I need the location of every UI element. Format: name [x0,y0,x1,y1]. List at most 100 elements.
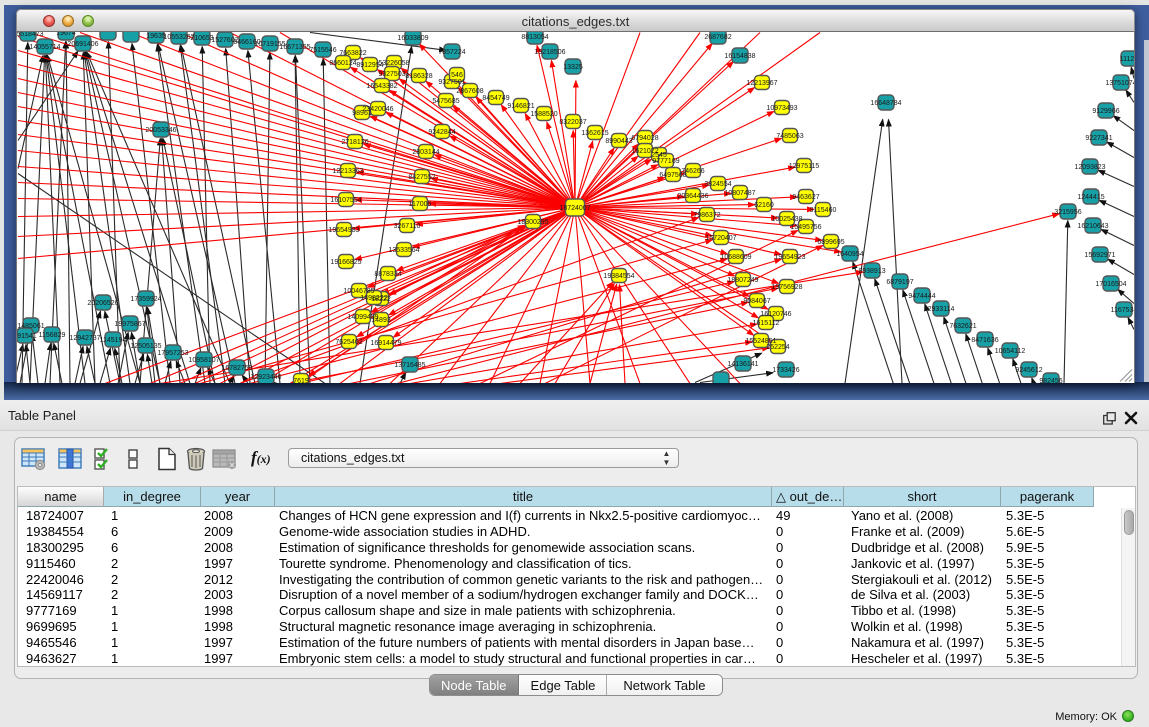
svg-text:16914479: 16914479 [370,340,401,347]
svg-text:746266: 746266 [681,168,704,175]
svg-text:10688609: 10688609 [720,254,751,261]
svg-text:12942737: 12942737 [69,335,100,342]
svg-text:62160: 62160 [754,202,774,209]
svg-text:8878334: 8878334 [374,271,401,278]
svg-text:8454749: 8454749 [482,95,509,102]
svg-text:17957253: 17957253 [157,350,188,357]
svg-text:15518473: 15518473 [17,32,44,38]
svg-text:7625402: 7625402 [335,339,362,346]
svg-text:16107554: 16107554 [330,197,361,204]
svg-text:8322037: 8322037 [559,119,586,126]
svg-text:9777169: 9777169 [652,158,679,165]
svg-text:8427552: 8427552 [408,174,435,181]
svg-text:1244415: 1244415 [1077,194,1104,201]
svg-text:1362615: 1362615 [581,130,608,137]
svg-text:982456: 982456 [1039,378,1062,383]
svg-text:8938913: 8938913 [858,268,885,275]
svg-text:6794028: 6794028 [631,135,658,142]
svg-text:9242844: 9242844 [428,129,455,136]
svg-text:2803144: 2803144 [412,149,439,156]
svg-text:10807487: 10807487 [724,190,755,197]
svg-text:9245612: 9245612 [1015,367,1042,374]
svg-text:1498222: 1498222 [360,295,387,302]
svg-text:16782759: 16782759 [221,365,252,372]
svg-text:6879197: 6879197 [886,279,913,286]
svg-text:1167534: 1167534 [1111,307,1134,314]
svg-text:16210643: 16210643 [1077,223,1108,230]
svg-text:12213967: 12213967 [746,80,777,87]
svg-text:6899695: 6899695 [817,239,844,246]
svg-text:12923446: 12923446 [250,374,281,381]
svg-text:9146821: 9146821 [507,103,534,110]
svg-text:1485061: 1485061 [17,323,44,330]
svg-text:19654923: 19654923 [774,254,805,261]
svg-text:15692971: 15692971 [1084,252,1115,259]
svg-text:210653: 210653 [190,35,213,42]
svg-text:12093823: 12093823 [1074,164,1105,171]
svg-text:7632621: 7632621 [949,323,976,330]
svg-text:53226058: 53226058 [378,60,409,67]
svg-text:8186328: 8186328 [405,73,432,80]
svg-text:13751074: 13751074 [1105,80,1134,87]
svg-text:8471636: 8471636 [971,337,998,344]
svg-text:16033809: 16033809 [397,35,428,42]
svg-text:10046785: 10046785 [343,288,374,295]
svg-text:2718126: 2718126 [341,139,368,146]
svg-text:13533564: 13533564 [388,247,419,254]
svg-text:10025438: 10025438 [771,216,802,223]
svg-text:14055714: 14055714 [29,44,60,51]
svg-text:20053346: 20053346 [145,127,176,134]
svg-text:12505135: 12505135 [130,343,161,350]
svg-text:19975867: 19975867 [114,321,145,328]
svg-text:11123: 11123 [1120,56,1134,63]
svg-text:7515546: 7515546 [309,47,336,54]
svg-text:19674: 19674 [56,32,76,37]
svg-text:18807249: 18807249 [727,277,758,284]
svg-text:16671355: 16671355 [279,44,310,51]
svg-text:16154838: 16154838 [724,53,755,60]
svg-text:14099459: 14099459 [347,314,378,321]
svg-text:12213363: 12213363 [332,168,363,175]
svg-text:19384554: 19384554 [603,273,634,280]
svg-text:3215956: 3215956 [1054,209,1081,216]
svg-text:9463627: 9463627 [792,194,819,201]
svg-text:7485063: 7485063 [776,133,803,140]
svg-text:1588520: 1588520 [530,111,557,118]
svg-text:1615112: 1615112 [753,320,780,327]
svg-text:16648784: 16648784 [870,100,901,107]
svg-text:1145194: 1145194 [100,337,127,344]
svg-text:3824554: 3824554 [704,181,731,188]
svg-text:117006: 117006 [409,201,432,208]
svg-text:7663822: 7663822 [339,50,366,57]
svg-text:18724007: 18724007 [559,205,590,212]
svg-text:9327503: 9327503 [378,71,405,78]
svg-text:10973493: 10973493 [766,105,797,112]
svg-text:5475685: 5475685 [432,98,459,105]
svg-text:8813054: 8813054 [521,34,548,41]
svg-text:8660124: 8660124 [329,60,356,67]
svg-text:13325: 13325 [563,64,583,71]
svg-text:14136141: 14136141 [727,361,758,368]
svg-text:98961: 98961 [352,110,372,117]
svg-text:9227341: 9227341 [1085,135,1112,142]
svg-text:19756928: 19756928 [771,284,802,291]
svg-text:1640954: 1640954 [836,251,863,258]
svg-text:9474444: 9474444 [908,293,935,300]
svg-text:17359924: 17359924 [130,296,161,303]
svg-text:19654983: 19654983 [328,227,359,234]
svg-text:2687682: 2687682 [704,34,731,41]
svg-text:17016504: 17016504 [1095,281,1126,288]
svg-text:20364436: 20364436 [677,193,708,200]
svg-text:19166825: 19166825 [330,259,361,266]
svg-text:13716485: 13716485 [394,362,425,369]
svg-text:2933114: 2933114 [928,306,955,313]
svg-text:3267110: 3267110 [394,223,421,230]
svg-text:2867608: 2867608 [456,88,483,95]
svg-text:12975115: 12975115 [789,163,820,170]
svg-text:16120746: 16120746 [760,311,791,318]
svg-text:1733426: 1733426 [772,367,799,374]
svg-text:15495756: 15495756 [790,224,821,231]
svg-text:8990443: 8990443 [605,138,632,145]
svg-text:9084067: 9084067 [743,298,770,305]
svg-text:10958107: 10958107 [188,357,219,364]
